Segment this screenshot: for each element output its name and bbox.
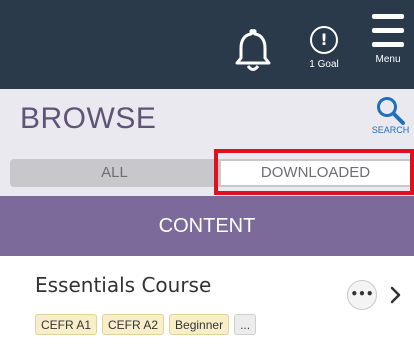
goal-alert-icon: ! bbox=[310, 26, 338, 54]
course-tags: CEFR A1 CEFR A2 Beginner ... bbox=[35, 314, 257, 335]
goal-count-label: 1 Goal bbox=[309, 59, 339, 70]
course-list-item[interactable]: Essentials Course ••• CEFR A1 CEFR A2 Be… bbox=[0, 256, 414, 347]
search-button[interactable]: SEARCH bbox=[367, 95, 414, 145]
menu-button[interactable]: Menu bbox=[366, 14, 414, 78]
search-label: SEARCH bbox=[371, 125, 410, 135]
search-icon bbox=[376, 97, 405, 125]
highlight-annotation bbox=[214, 149, 414, 195]
goal-button[interactable]: ! 1 Goal bbox=[302, 26, 346, 80]
course-title: Essentials Course bbox=[35, 273, 212, 297]
content-section-header: CONTENT bbox=[0, 196, 414, 256]
top-navigation-bar: ! 1 Goal Menu bbox=[0, 0, 414, 89]
tag-beginner: Beginner bbox=[169, 314, 230, 335]
hamburger-menu-icon bbox=[366, 14, 414, 47]
tag-more[interactable]: ... bbox=[234, 314, 257, 335]
bell-icon bbox=[235, 29, 271, 71]
menu-label: Menu bbox=[375, 54, 401, 65]
chevron-right-icon bbox=[390, 286, 401, 304]
notifications-button[interactable] bbox=[233, 28, 273, 74]
tab-all[interactable]: ALL bbox=[10, 159, 219, 187]
page-title: BROWSE bbox=[20, 102, 157, 135]
tag-cefr-a2: CEFR A2 bbox=[102, 314, 165, 335]
more-options-button[interactable]: ••• bbox=[347, 280, 377, 310]
tag-cefr-a1: CEFR A1 bbox=[35, 314, 98, 335]
